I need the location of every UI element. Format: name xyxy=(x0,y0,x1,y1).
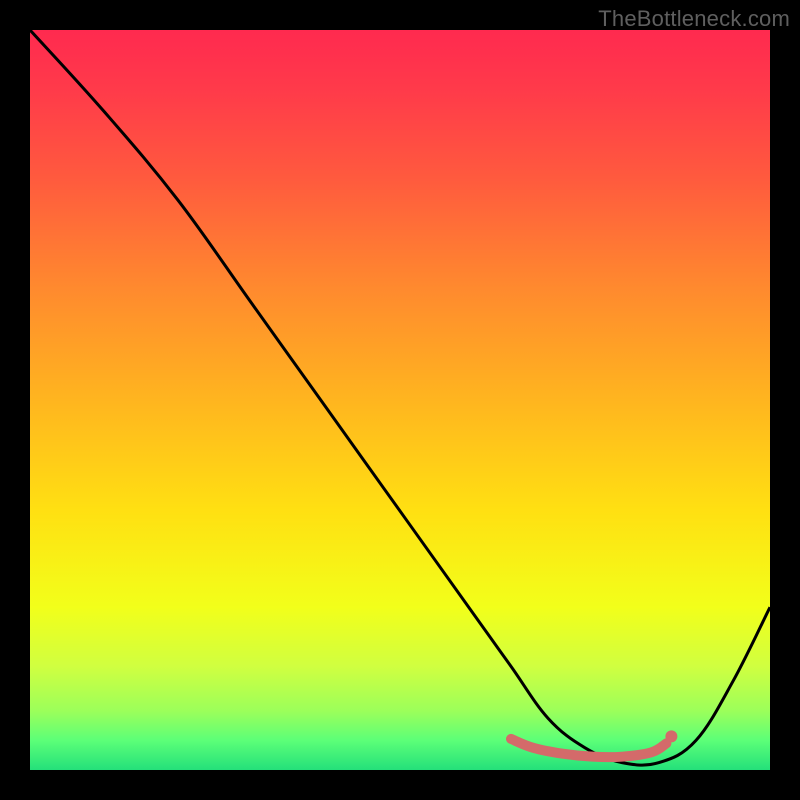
gradient-background xyxy=(30,30,770,770)
chart-plot-area xyxy=(30,30,770,770)
optimal-range-endpoint-dot xyxy=(665,730,677,742)
watermark-text: TheBottleneck.com xyxy=(598,6,790,32)
chart-stage: TheBottleneck.com xyxy=(0,0,800,800)
chart-svg xyxy=(30,30,770,770)
